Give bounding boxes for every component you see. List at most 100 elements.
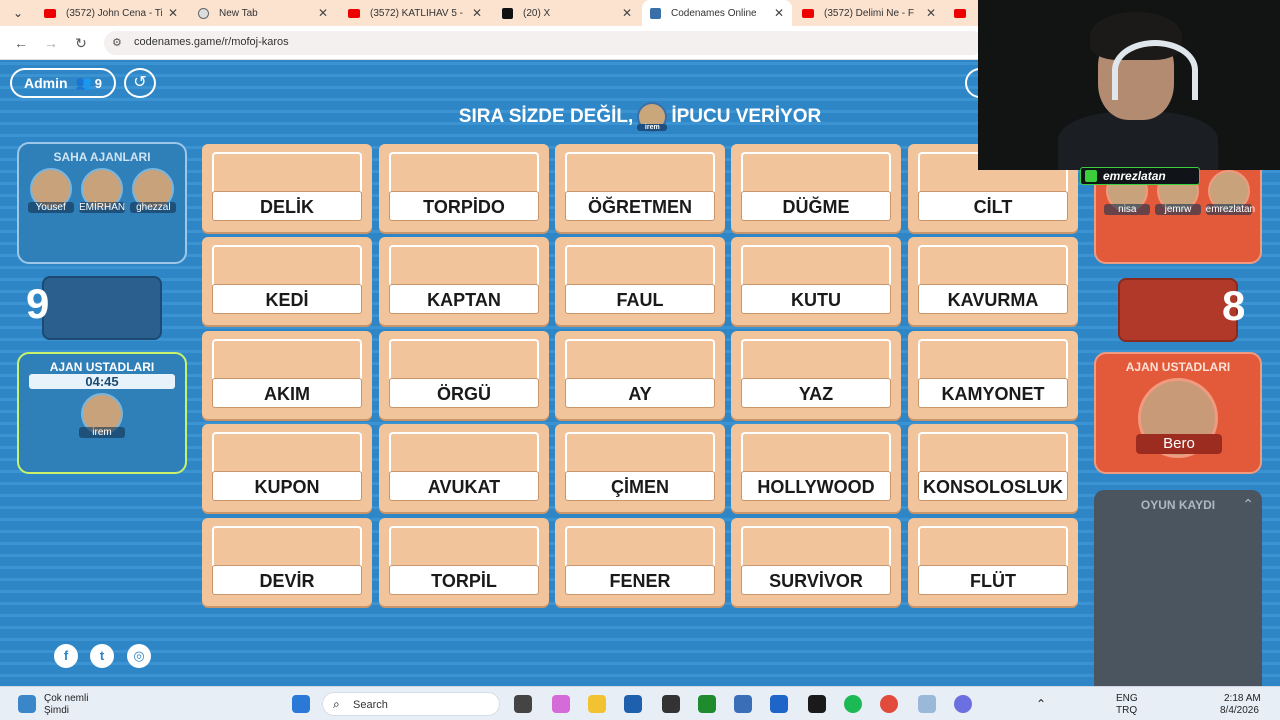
- card-word: AKIM: [212, 378, 362, 408]
- word-card[interactable]: DÜĞME: [731, 144, 901, 232]
- notification-subtitle: Şimdi: [44, 705, 70, 716]
- forward-arrow-icon[interactable]: →: [42, 34, 60, 52]
- language-primary[interactable]: ENG: [1116, 693, 1138, 704]
- xbox-icon[interactable]: [698, 695, 716, 713]
- app-icon[interactable]: [770, 695, 788, 713]
- word-card[interactable]: YAZ: [731, 331, 901, 419]
- close-icon[interactable]: ✕: [622, 6, 632, 20]
- word-card[interactable]: HOLLYWOOD: [731, 424, 901, 512]
- word-card[interactable]: KAMYONET: [908, 331, 1078, 419]
- chevron-up-icon[interactable]: ⌃: [1036, 697, 1046, 711]
- instagram-icon[interactable]: ◎: [127, 644, 151, 668]
- blue-operative-avatar[interactable]: ghezzal: [130, 168, 177, 213]
- word-card[interactable]: ÖRGÜ: [379, 331, 549, 419]
- tab-new-tab[interactable]: New Tab ✕: [190, 0, 336, 26]
- windows-start-icon[interactable]: [292, 695, 310, 713]
- youtube-icon: [802, 8, 814, 18]
- word-card[interactable]: KAVURMA: [908, 237, 1078, 325]
- admin-button[interactable]: Admin 👥 9: [10, 68, 116, 98]
- word-card[interactable]: ÖĞRETMEN: [555, 144, 725, 232]
- blue-operative-avatar[interactable]: EMİRHAN: [78, 168, 125, 213]
- red-score-card: [1118, 278, 1238, 342]
- word-card[interactable]: FENER: [555, 518, 725, 606]
- chrome-icon[interactable]: [880, 695, 898, 713]
- word-card[interactable]: KUPON: [202, 424, 372, 512]
- word-card[interactable]: AVUKAT: [379, 424, 549, 512]
- close-icon[interactable]: ✕: [774, 6, 784, 20]
- tab-john-cena[interactable]: (3572) John Cena - Ti ✕: [36, 0, 186, 26]
- site-info-icon[interactable]: ⚙: [112, 36, 122, 49]
- app-icon[interactable]: [808, 695, 826, 713]
- card-word: KUTU: [741, 284, 891, 314]
- word-card[interactable]: DELİK: [202, 144, 372, 232]
- card-word: YAZ: [741, 378, 891, 408]
- red-spymaster-name: Bero: [1136, 434, 1222, 454]
- close-icon[interactable]: ✕: [168, 6, 178, 20]
- tab-search-chevron-icon[interactable]: ⌄: [8, 4, 28, 22]
- blue-operative-avatar[interactable]: Yousef: [27, 168, 74, 213]
- word-card[interactable]: TORPİDO: [379, 144, 549, 232]
- app-icon[interactable]: [918, 695, 936, 713]
- word-card[interactable]: TORPİL: [379, 518, 549, 606]
- word-card[interactable]: KUTU: [731, 237, 901, 325]
- tab-codenames[interactable]: Codenames Online ✕: [642, 0, 792, 26]
- app-icon[interactable]: [662, 695, 680, 713]
- store-icon[interactable]: [624, 695, 642, 713]
- card-frame: [389, 526, 539, 566]
- word-card[interactable]: KEDİ: [202, 237, 372, 325]
- back-arrow-icon[interactable]: ←: [12, 34, 30, 52]
- blue-spymaster-avatar[interactable]: irem: [79, 393, 125, 438]
- facebook-icon[interactable]: f: [54, 644, 78, 668]
- tab-x[interactable]: (20) X ✕: [494, 0, 640, 26]
- tab-delimi-ne[interactable]: (3572) Delimi Ne - F ✕: [794, 0, 944, 26]
- word-card[interactable]: KAPTAN: [379, 237, 549, 325]
- twitter-icon[interactable]: t: [90, 644, 114, 668]
- reset-game-button[interactable]: ↺: [124, 68, 156, 98]
- red-spymasters-panel: AJAN USTADLARI Bero: [1094, 352, 1262, 474]
- chevron-up-icon[interactable]: ⌃: [1242, 496, 1254, 513]
- word-card[interactable]: FLÜT: [908, 518, 1078, 606]
- reload-icon[interactable]: ↻: [72, 34, 90, 52]
- tab-youtube-extra[interactable]: (3: [946, 0, 978, 26]
- card-word: ÖĞRETMEN: [565, 191, 715, 221]
- spymaster-avatar: irem: [637, 102, 668, 132]
- language-secondary[interactable]: TRQ: [1116, 705, 1137, 716]
- close-icon[interactable]: ✕: [926, 6, 936, 20]
- app-icon[interactable]: [734, 695, 752, 713]
- card-frame: [918, 526, 1068, 566]
- search-icon: ⌕: [333, 697, 340, 711]
- card-frame: [918, 432, 1068, 472]
- word-card[interactable]: ÇİMEN: [555, 424, 725, 512]
- word-card[interactable]: SURVİVOR: [731, 518, 901, 606]
- card-word: KAVURMA: [918, 284, 1068, 314]
- spotify-icon[interactable]: [844, 695, 862, 713]
- task-view-icon[interactable]: [514, 695, 532, 713]
- clock-time[interactable]: 2:18 AM: [1224, 693, 1261, 704]
- tab-katlihav[interactable]: (3572) KATLİHAV 5 - ✕: [340, 0, 490, 26]
- word-card[interactable]: FAUL: [555, 237, 725, 325]
- close-icon[interactable]: ✕: [472, 6, 482, 20]
- weather-icon[interactable]: [18, 695, 36, 713]
- file-explorer-icon[interactable]: [588, 695, 606, 713]
- card-frame: [212, 432, 362, 472]
- blue-score-card: [42, 276, 162, 340]
- word-card[interactable]: DEVİR: [202, 518, 372, 606]
- url-field[interactable]: ⚙ codenames.game/r/mofoj-karos: [104, 31, 984, 55]
- discord-icon[interactable]: [954, 695, 972, 713]
- copilot-icon[interactable]: [552, 695, 570, 713]
- turn-timer: 04:45: [29, 374, 175, 389]
- operative-name: emrezlatan: [1205, 204, 1256, 215]
- word-card[interactable]: KONSOLOSLUK: [908, 424, 1078, 512]
- word-card[interactable]: AKIM: [202, 331, 372, 419]
- tab-label: (3572) John Cena - Ti: [66, 7, 162, 19]
- red-operative-avatar[interactable]: emrezlatan: [1205, 170, 1256, 215]
- card-frame: [389, 432, 539, 472]
- word-card[interactable]: AY: [555, 331, 725, 419]
- screen: ⌄ (3572) John Cena - Ti ✕ New Tab ✕ (357…: [0, 0, 1280, 720]
- game-log-panel[interactable]: OYUN KAYDI ⌃: [1094, 490, 1262, 686]
- close-icon[interactable]: ✕: [318, 6, 328, 20]
- taskbar-search[interactable]: ⌕ Search: [322, 692, 500, 716]
- card-word: ÇİMEN: [565, 471, 715, 501]
- card-frame: [565, 432, 715, 472]
- clock-date[interactable]: 8/4/2026: [1220, 705, 1259, 716]
